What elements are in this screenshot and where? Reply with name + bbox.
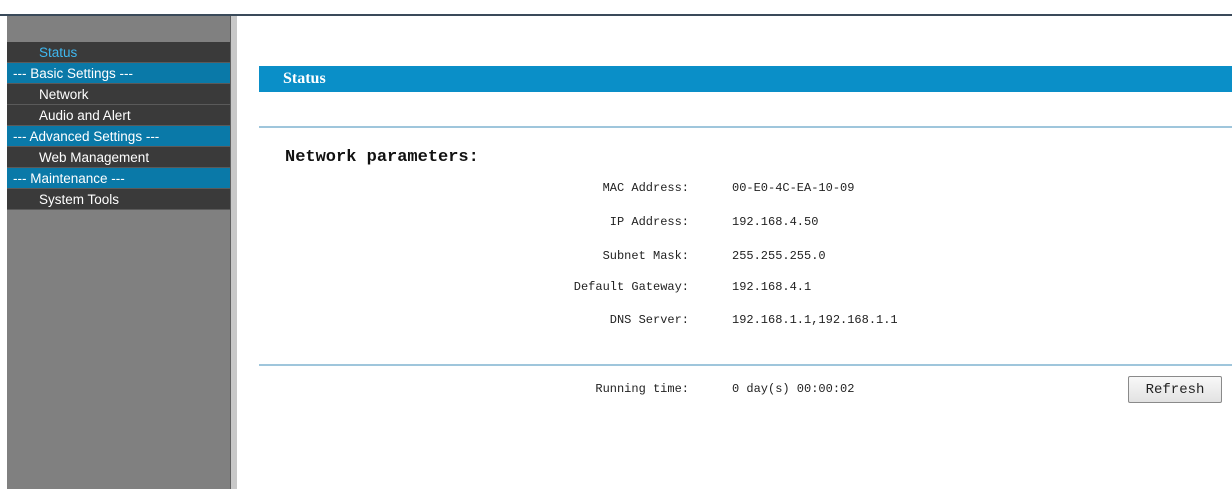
sidebar-section-advanced-settings: --- Advanced Settings ---	[7, 126, 230, 147]
sidebar-divider	[230, 16, 237, 489]
sidebar: Status --- Basic Settings --- Network Au…	[7, 16, 230, 489]
param-label: IP Address:	[609, 215, 689, 229]
param-value: 192.168.4.50	[732, 215, 819, 229]
sidebar-section-basic-settings: --- Basic Settings ---	[7, 63, 230, 84]
param-label: MAC Address:	[602, 181, 689, 195]
sidebar-item-network[interactable]: Network	[7, 84, 230, 105]
param-row-gateway: Default Gateway: 192.168.4.1	[237, 280, 1232, 298]
param-value: 255.255.255.0	[732, 249, 826, 263]
refresh-button[interactable]: Refresh	[1128, 376, 1222, 403]
param-value: 192.168.1.1,192.168.1.1	[732, 313, 898, 327]
network-parameters-heading: Network parameters:	[285, 148, 479, 167]
param-label: Default Gateway:	[573, 280, 689, 294]
param-row-dns: DNS Server: 192.168.1.1,192.168.1.1	[237, 313, 1232, 331]
sidebar-item-system-tools[interactable]: System Tools	[7, 189, 230, 210]
sidebar-menu: Status --- Basic Settings --- Network Au…	[7, 42, 230, 210]
param-row-mac: MAC Address: 00-E0-4C-EA-10-09	[237, 181, 1232, 199]
running-time-label: Running time:	[595, 382, 689, 396]
running-time-row: Running time: 0 day(s) 00:00:02	[237, 382, 1232, 400]
divider-bottom	[259, 364, 1232, 366]
divider-top	[259, 126, 1232, 128]
page-title: Status	[259, 66, 1232, 92]
sidebar-item-audio-and-alert[interactable]: Audio and Alert	[7, 105, 230, 126]
param-row-subnet: Subnet Mask: 255.255.255.0	[237, 249, 1232, 267]
param-value: 00-E0-4C-EA-10-09	[732, 181, 855, 195]
param-label: DNS Server:	[609, 313, 689, 327]
window-top-border	[0, 0, 1232, 16]
sidebar-section-maintenance: --- Maintenance ---	[7, 168, 230, 189]
param-label: Subnet Mask:	[602, 249, 689, 263]
main-content: Status Network parameters: MAC Address: …	[237, 16, 1232, 489]
sidebar-item-web-management[interactable]: Web Management	[7, 147, 230, 168]
running-time-value: 0 day(s) 00:00:02	[732, 382, 855, 396]
sidebar-item-status[interactable]: Status	[7, 42, 230, 63]
param-value: 192.168.4.1	[732, 280, 812, 294]
param-row-ip: IP Address: 192.168.4.50	[237, 215, 1232, 233]
